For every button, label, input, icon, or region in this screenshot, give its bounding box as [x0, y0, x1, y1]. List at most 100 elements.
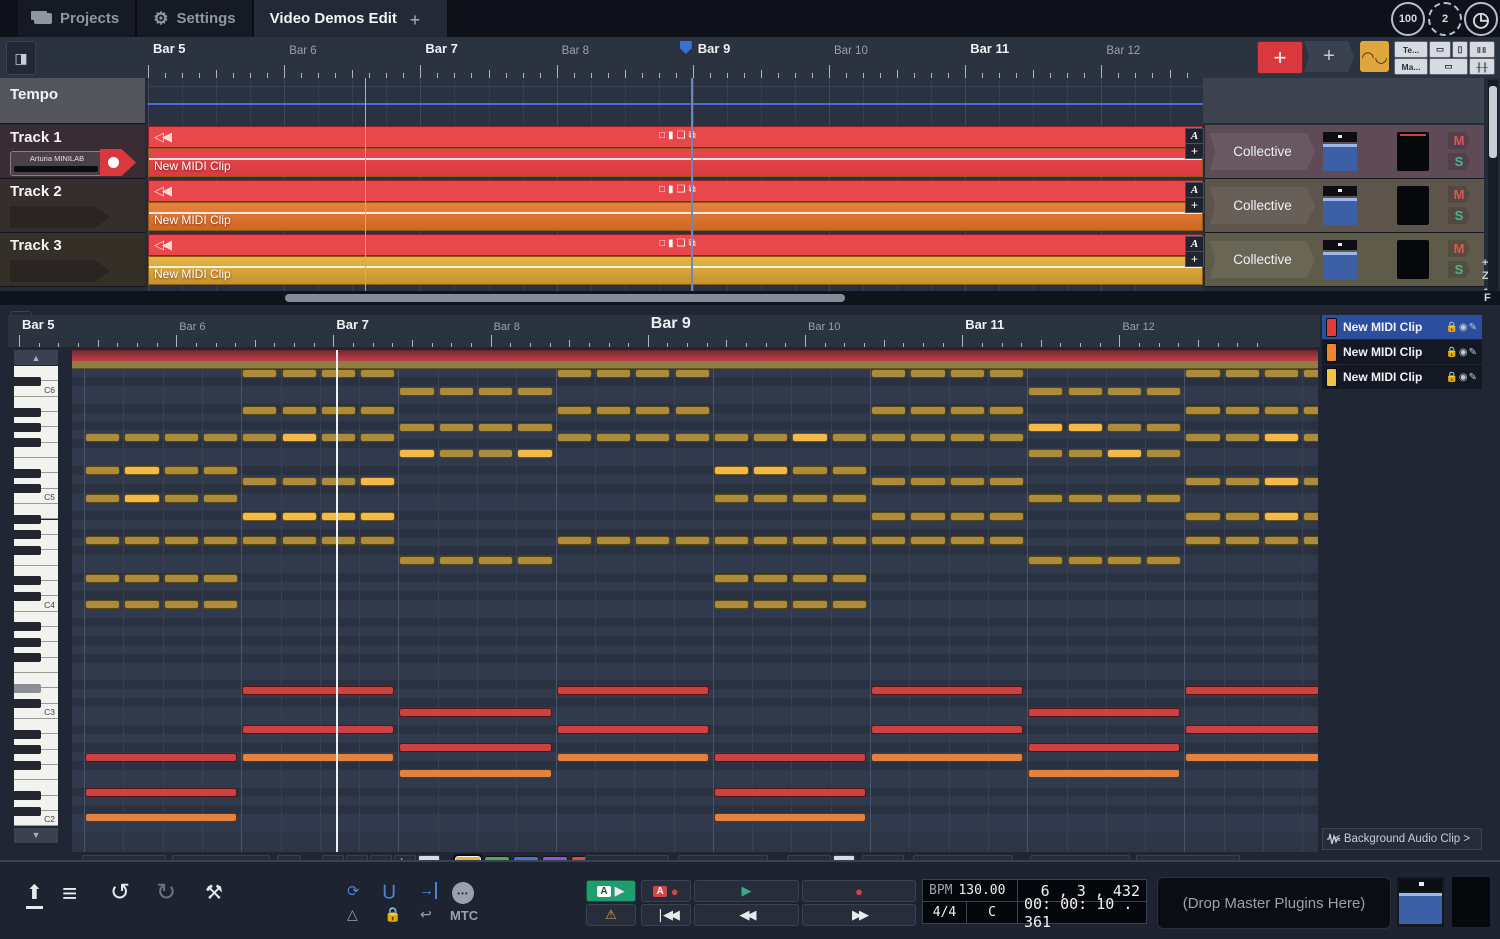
midi-note[interactable] — [203, 536, 238, 545]
undo-icon[interactable]: ↺ — [110, 878, 130, 907]
midi-note[interactable] — [124, 600, 159, 609]
midi-note[interactable] — [714, 753, 866, 762]
piano-key-black[interactable] — [14, 791, 41, 800]
midi-note[interactable] — [675, 369, 710, 378]
midi-note[interactable] — [1107, 449, 1142, 458]
piano-key-black[interactable] — [14, 761, 41, 770]
midi-note[interactable] — [871, 369, 906, 378]
volume-fader[interactable] — [1323, 240, 1357, 279]
follow-button[interactable]: F — [1484, 292, 1491, 304]
midi-note[interactable] — [950, 512, 985, 521]
midi-note[interactable] — [124, 433, 159, 442]
midi-note[interactable] — [478, 556, 513, 565]
bar-marker-icon[interactable] — [680, 41, 692, 54]
midi-note[interactable] — [399, 387, 434, 396]
midi-note[interactable] — [282, 512, 317, 521]
midi-note[interactable] — [1068, 449, 1103, 458]
solo-button[interactable]: S — [1448, 261, 1470, 278]
midi-note[interactable] — [675, 406, 710, 415]
warning-icon[interactable]: ⚠ — [586, 904, 636, 926]
piano-key-black[interactable] — [14, 699, 41, 708]
midi-note[interactable] — [1028, 769, 1180, 778]
piano-key-black[interactable] — [14, 423, 41, 432]
piano-key-black[interactable] — [14, 469, 41, 478]
midi-note[interactable] — [517, 556, 552, 565]
midi-note[interactable] — [399, 708, 551, 717]
midi-note[interactable] — [1146, 423, 1181, 432]
play-button[interactable]: ▶ — [694, 880, 799, 902]
midi-note[interactable] — [950, 536, 985, 545]
sync-icon[interactable]: ⟳ — [347, 882, 360, 900]
midi-clip-body[interactable]: New MIDI Clip — [148, 202, 1203, 231]
clip-list-item[interactable]: New MIDI Clip🔒◉✎ — [1322, 340, 1482, 364]
clip-automation-button[interactable]: A — [1185, 128, 1204, 144]
horizontal-scrollbar[interactable]: F — [0, 291, 1500, 305]
midi-note[interactable] — [1107, 387, 1142, 396]
midi-note[interactable] — [910, 406, 945, 415]
midi-note[interactable] — [557, 369, 592, 378]
midi-note[interactable] — [871, 477, 906, 486]
settings-wrench-icon[interactable]: ⚒ — [205, 880, 223, 905]
midi-note[interactable] — [85, 813, 237, 822]
midi-note[interactable] — [321, 536, 356, 545]
midi-note[interactable] — [635, 406, 670, 415]
track-header-2[interactable]: Track 2 — [0, 179, 145, 233]
background-audio-clip-bar[interactable]: < Background Audio Clip > — [1322, 828, 1482, 850]
midi-note[interactable] — [517, 423, 552, 432]
clip-rewind-icon[interactable]: ◁◀ — [154, 129, 170, 145]
midi-note[interactable] — [1303, 512, 1318, 521]
record-arm-arrow[interactable] — [100, 149, 136, 176]
timeline-ruler[interactable]: ◨ Bar 5Bar 6Bar 7Bar 8Bar 9Bar 10Bar 11B… — [0, 37, 1500, 79]
midi-note[interactable] — [124, 574, 159, 583]
midi-note[interactable] — [792, 536, 827, 545]
time-signature[interactable]: 4/4 — [922, 901, 967, 924]
midi-note[interactable] — [1225, 433, 1260, 442]
piano-key-black[interactable] — [14, 438, 41, 447]
settings-sliders-icon[interactable]: ╫╫ — [1469, 58, 1495, 75]
midi-note[interactable] — [164, 600, 199, 609]
midi-note[interactable] — [124, 536, 159, 545]
bpm-display[interactable]: BPM 130.00 — [922, 879, 1018, 902]
snap-magnet-icon[interactable]: ⋃ — [383, 882, 395, 900]
midi-note[interactable] — [910, 512, 945, 521]
midi-clip-header[interactable]: ◁◀□▮❏⧉ — [148, 126, 1203, 148]
midi-note[interactable] — [399, 449, 434, 458]
solo-button[interactable]: S — [1448, 153, 1470, 170]
midi-note[interactable] — [714, 600, 749, 609]
go-to-start-button[interactable]: ❘◀◀ — [641, 904, 691, 926]
note-grid[interactable] — [72, 350, 1318, 852]
clip-automation-line[interactable] — [149, 158, 1202, 160]
midi-note[interactable] — [910, 477, 945, 486]
cpu-gauge[interactable]: 100 — [1391, 2, 1425, 36]
input-device-badge[interactable]: Arturia MINILAB — [10, 151, 104, 176]
midi-note[interactable] — [399, 743, 551, 752]
midi-note[interactable] — [596, 536, 631, 545]
midi-note[interactable] — [1028, 387, 1063, 396]
midi-note[interactable] — [714, 813, 866, 822]
track-header-1[interactable]: Track 1Arturia MINILAB — [0, 125, 145, 179]
midi-note[interactable] — [124, 466, 159, 475]
midi-note[interactable] — [439, 387, 474, 396]
midi-note[interactable] — [1146, 387, 1181, 396]
clip-add-button[interactable]: + — [1185, 197, 1204, 213]
midi-note[interactable] — [1068, 556, 1103, 565]
midi-note[interactable] — [753, 536, 788, 545]
midi-note[interactable] — [596, 369, 631, 378]
midi-note[interactable] — [164, 466, 199, 475]
midi-note[interactable] — [1028, 708, 1180, 717]
midi-note[interactable] — [675, 433, 710, 442]
midi-note[interactable] — [1146, 556, 1181, 565]
midi-note[interactable] — [950, 433, 985, 442]
plugin-collective[interactable]: Collective — [1210, 241, 1315, 278]
midi-note[interactable] — [242, 406, 277, 415]
midi-note[interactable] — [871, 433, 906, 442]
midi-note[interactable] — [871, 753, 1023, 762]
metronome-icon[interactable]: △ — [347, 906, 358, 923]
track-header-3[interactable]: Track 3 — [0, 233, 145, 287]
midi-note[interactable] — [85, 433, 120, 442]
piano-key-black[interactable] — [14, 730, 41, 739]
insert-button[interactable]: + — [1304, 41, 1354, 72]
midi-note[interactable] — [1225, 536, 1260, 545]
lock-icon[interactable]: 🔒 — [384, 906, 401, 923]
track-io-chevron[interactable] — [10, 260, 110, 282]
